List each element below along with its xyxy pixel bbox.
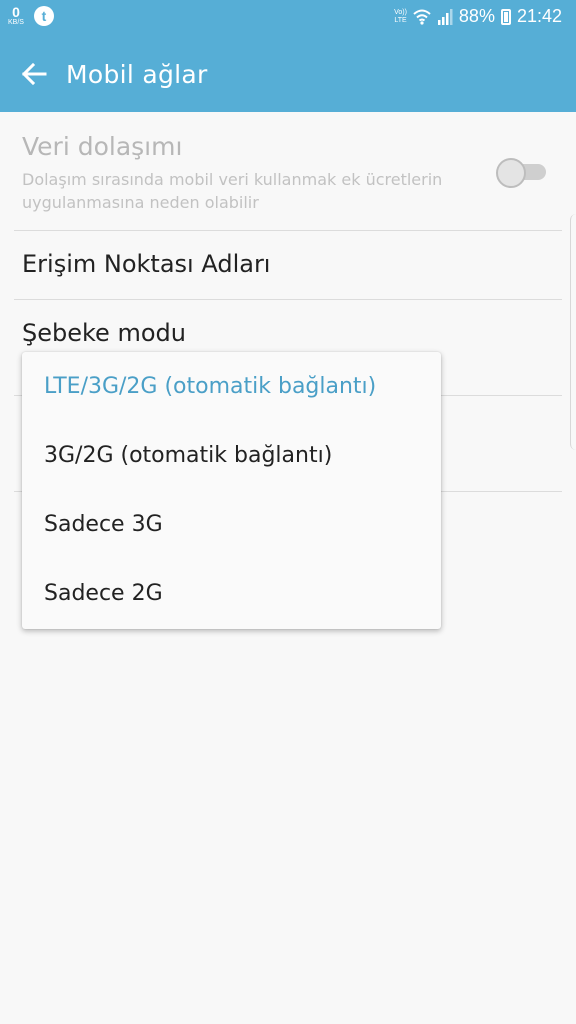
page-title: Mobil ağlar [66, 59, 208, 89]
apn-title: Erişim Noktası Adları [22, 250, 271, 278]
scroll-indicator [570, 214, 576, 450]
network-speed-unit: KB/S [8, 19, 24, 26]
network-speed-value: 0 [12, 4, 20, 20]
setting-apn[interactable]: Erişim Noktası Adları [0, 230, 576, 299]
battery-percent: 88% [458, 6, 495, 26]
setting-data-roaming: Veri dolaşımı Dolaşım sırasında mobil ve… [0, 112, 576, 230]
network-mode-dropdown: LTE/3G/2G (otomatik bağlantı) 3G/2G (oto… [22, 352, 441, 629]
roaming-subtitle: Dolaşım sırasında mobil veri kullanmak e… [22, 170, 443, 212]
app-bar: Mobil ağlar [0, 36, 576, 112]
option-3g-2g[interactable]: 3G/2G (otomatik bağlantı) [22, 421, 441, 490]
roaming-toggle[interactable] [496, 158, 550, 188]
volte-icon: Vo)) LTE [394, 9, 407, 25]
option-2g-only[interactable]: Sadece 2G [22, 559, 441, 628]
notification-icon: t [33, 6, 54, 26]
clock: 21:42 [516, 6, 562, 26]
roaming-title: Veri dolaşımı [22, 132, 183, 161]
network-speed: 0 KB/S [8, 5, 24, 26]
volte-bottom: LTE [394, 16, 407, 24]
option-lte-3g-2g[interactable]: LTE/3G/2G (otomatik bağlantı) [22, 352, 441, 421]
status-bar: 0 KB/S t Vo)) LTE 88% 21:42 [0, 0, 576, 36]
toggle-thumb [496, 158, 526, 188]
volte-top: Vo)) [394, 8, 407, 16]
notification-letter: t [41, 8, 47, 24]
back-button[interactable] [14, 54, 54, 94]
wifi-icon [413, 9, 431, 25]
battery-icon [500, 8, 511, 25]
option-3g-only[interactable]: Sadece 3G [22, 490, 441, 559]
arrow-left-icon [21, 62, 47, 86]
network-mode-title: Şebeke modu [22, 319, 186, 347]
signal-icon [437, 8, 453, 25]
